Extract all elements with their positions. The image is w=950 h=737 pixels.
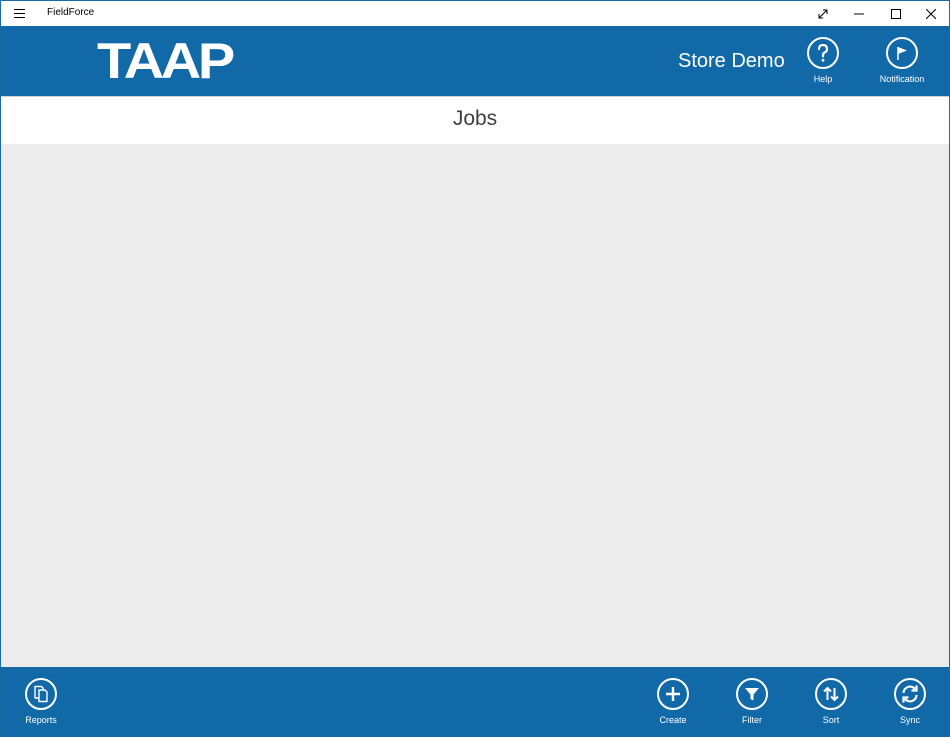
title-bar: FieldForce (1, 1, 949, 26)
filter-button[interactable]: Filter (722, 678, 782, 730)
sync-icon (894, 678, 926, 710)
close-button[interactable] (913, 1, 949, 26)
documents-icon (25, 678, 57, 710)
maximize-button[interactable] (878, 1, 914, 26)
sort-label: Sort (822, 715, 840, 725)
close-icon (926, 8, 936, 19)
minimize-icon (854, 13, 864, 14)
expand-button[interactable] (805, 1, 841, 26)
question-icon (807, 37, 839, 69)
sync-label: Sync (899, 715, 920, 725)
funnel-icon (736, 678, 768, 710)
taap-logo: TAAP (97, 33, 235, 89)
app-header: TAAP Store Demo Help Notification (1, 26, 949, 96)
maximize-icon (891, 8, 901, 19)
plus-icon (657, 678, 689, 710)
window-title: FieldForce (47, 7, 95, 18)
page-title-bar: Jobs (1, 96, 949, 144)
minimize-button[interactable] (841, 1, 877, 26)
sync-button[interactable]: Sync (880, 678, 940, 730)
sort-button[interactable]: Sort (801, 678, 861, 730)
hamburger-icon[interactable] (9, 3, 29, 23)
help-button[interactable]: Help (788, 37, 858, 89)
page-title: Jobs (452, 107, 498, 130)
reports-button[interactable]: Reports (11, 678, 71, 730)
bottom-toolbar: Reports Create Filter Sort Sync (1, 667, 949, 736)
help-label: Help (813, 74, 833, 84)
reports-label: Reports (25, 715, 57, 725)
store-name: Store Demo (678, 50, 785, 72)
notification-button[interactable]: Notification (867, 37, 937, 89)
sort-arrows-icon (815, 678, 847, 710)
notification-label: Notification (879, 74, 925, 84)
expand-icon (818, 9, 828, 18)
flag-icon (886, 37, 918, 69)
jobs-list-area[interactable] (1, 144, 949, 667)
create-button[interactable]: Create (643, 678, 703, 730)
filter-label: Filter (742, 715, 762, 725)
app-window: FieldForce TAAP Store Demo Help Notifica… (0, 0, 950, 737)
create-label: Create (659, 715, 687, 725)
